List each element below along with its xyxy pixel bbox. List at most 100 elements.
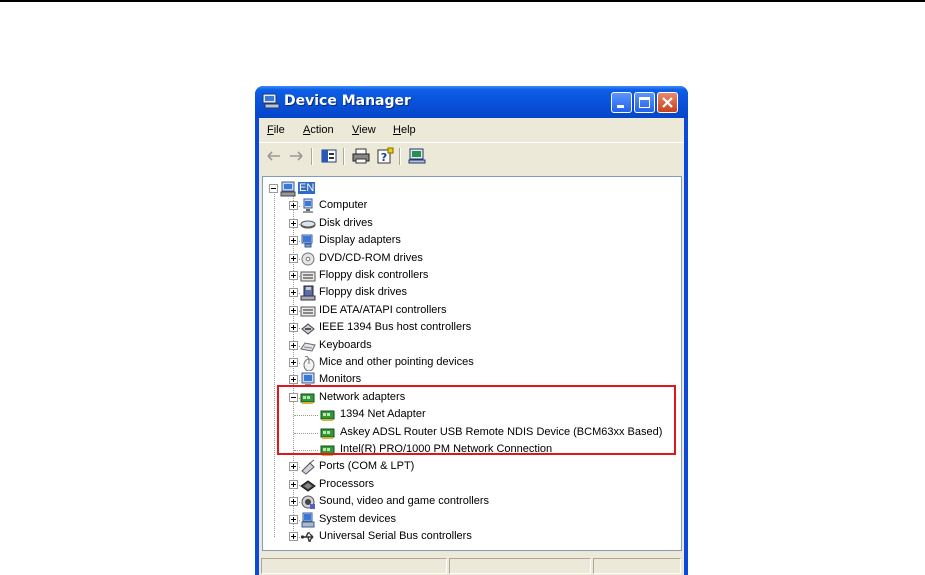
tree-category[interactable]: Floppy disk drives — [263, 285, 681, 301]
tree-category-label: System devices — [319, 512, 397, 525]
status-pane — [449, 558, 591, 574]
device-manager-window: Device Manager File Action View Help ? E… — [255, 86, 688, 575]
status-bar — [259, 555, 684, 575]
tree-category[interactable]: Computer — [263, 198, 681, 214]
svg-text:?: ? — [381, 151, 387, 164]
toolbar-divider — [343, 148, 344, 165]
menu-help[interactable]: Help — [393, 124, 416, 136]
tree-category[interactable]: Ports (COM & LPT) — [263, 459, 681, 476]
menu-separator — [259, 142, 684, 143]
menu-bar: File Action View Help — [259, 118, 684, 140]
status-pane — [593, 558, 681, 574]
minimize-button[interactable] — [611, 92, 632, 113]
mouse-icon — [303, 355, 315, 371]
tree-category[interactable]: DVD/CD-ROM drives — [263, 251, 681, 267]
expand-toggle[interactable] — [289, 323, 298, 333]
tree-category[interactable]: Display adapters — [263, 233, 681, 249]
window-client-area: File Action View Help ? EN Computer Disk d… — [259, 118, 684, 575]
tree-category-label: Ports (COM & LPT) — [319, 460, 415, 473]
controller-icon — [300, 271, 316, 282]
expand-toggle[interactable] — [289, 340, 298, 350]
tree-category-label: Universal Serial Bus controllers — [319, 530, 472, 542]
close-button[interactable] — [657, 92, 678, 113]
cd-drive-icon — [301, 252, 315, 266]
collapse-toggle[interactable] — [269, 184, 278, 193]
tree-category-label: Floppy disk controllers — [319, 269, 429, 281]
minimize-icon — [617, 105, 624, 108]
scan-hardware-icon[interactable] — [407, 147, 427, 165]
tree-category-label: Display adapters — [319, 234, 401, 247]
show-hide-console-tree-icon[interactable] — [319, 147, 339, 165]
tree-category[interactable]: System devices — [263, 512, 681, 528]
menu-view[interactable]: View — [352, 124, 376, 136]
expand-toggle[interactable] — [289, 497, 298, 507]
keyboard-icon — [300, 342, 316, 352]
back-arrow-icon[interactable] — [264, 147, 284, 165]
disk-drive-icon — [300, 220, 316, 229]
menu-action[interactable]: Action — [303, 124, 334, 136]
expand-toggle[interactable] — [289, 514, 298, 524]
tree-root[interactable]: EN — [263, 181, 681, 197]
expand-toggle[interactable] — [289, 479, 298, 489]
display-adapter-icon — [301, 234, 313, 248]
computer-icon — [303, 198, 313, 214]
tree-category[interactable]: Floppy disk controllers — [263, 268, 681, 284]
tree-category-label: Computer — [319, 199, 368, 212]
status-pane — [261, 558, 447, 574]
device-tree[interactable]: EN Computer Disk drives Display adapters DVD… — [262, 176, 682, 551]
forward-arrow-icon[interactable] — [286, 147, 306, 165]
tree-category-label: Monitors — [319, 373, 362, 386]
processor-icon — [300, 480, 316, 492]
tree-category[interactable]: Disk drives — [263, 216, 681, 232]
toolbar-divider — [311, 148, 312, 165]
tree-category-label: Keyboards — [319, 338, 372, 351]
title-bar[interactable]: Device Manager — [255, 86, 688, 118]
tree-category-label: Sound, video and game controllers — [319, 495, 489, 508]
expand-toggle[interactable] — [289, 218, 298, 228]
ieee1394-icon — [301, 323, 315, 335]
page-top-rule — [0, 0, 925, 2]
device-manager-icon — [262, 93, 280, 109]
system-device-icon — [301, 512, 315, 528]
tree-category-label: IEEE 1394 Bus host controllers — [319, 321, 472, 334]
maximize-button[interactable] — [634, 92, 655, 113]
computer-icon — [280, 181, 296, 197]
tree-category-label: Processors — [319, 477, 375, 490]
tree-category-label: Mice and other pointing devices — [319, 356, 474, 368]
expand-toggle[interactable] — [289, 462, 298, 472]
toolbar: ? — [259, 144, 684, 170]
tree-category[interactable]: Mice and other pointing devices — [263, 355, 681, 371]
tree-category-label: IDE ATA/ATAPI controllers — [319, 303, 447, 316]
tree-category[interactable]: IDE ATA/ATAPI controllers — [263, 303, 681, 319]
expand-toggle[interactable] — [289, 236, 298, 246]
sound-icon — [301, 495, 315, 510]
expand-toggle[interactable] — [289, 271, 298, 280]
close-icon — [662, 97, 673, 108]
port-icon — [301, 459, 315, 476]
tree-category-label: Floppy disk drives — [319, 286, 408, 299]
expand-toggle[interactable] — [289, 375, 298, 385]
tree-category[interactable]: Processors — [263, 477, 681, 493]
expand-toggle[interactable] — [289, 532, 298, 541]
tree-category[interactable]: Keyboards — [263, 338, 681, 354]
menu-file[interactable]: File — [267, 124, 285, 136]
print-icon[interactable] — [351, 147, 371, 165]
help-icon[interactable]: ? — [375, 147, 395, 165]
expand-toggle[interactable] — [289, 253, 298, 263]
toolbar-divider — [399, 148, 400, 165]
tree-category[interactable]: Sound, video and game controllers — [263, 494, 681, 510]
floppy-drive-icon — [300, 285, 316, 301]
window-title: Device Manager — [284, 93, 411, 109]
expand-toggle[interactable] — [289, 201, 298, 211]
maximize-icon — [639, 97, 650, 108]
network-adapters-highlight-box — [277, 385, 676, 455]
controller-icon — [300, 306, 316, 317]
tree-category-label: Disk drives — [319, 216, 373, 229]
tree-category[interactable]: Universal Serial Bus controllers — [263, 529, 681, 545]
tree-category[interactable]: IEEE 1394 Bus host controllers — [263, 320, 681, 336]
expand-toggle[interactable] — [289, 358, 298, 367]
expand-toggle[interactable] — [289, 288, 298, 298]
expand-toggle[interactable] — [289, 305, 298, 315]
usb-icon — [300, 532, 314, 542]
tree-category-label: DVD/CD-ROM drives — [319, 251, 423, 264]
